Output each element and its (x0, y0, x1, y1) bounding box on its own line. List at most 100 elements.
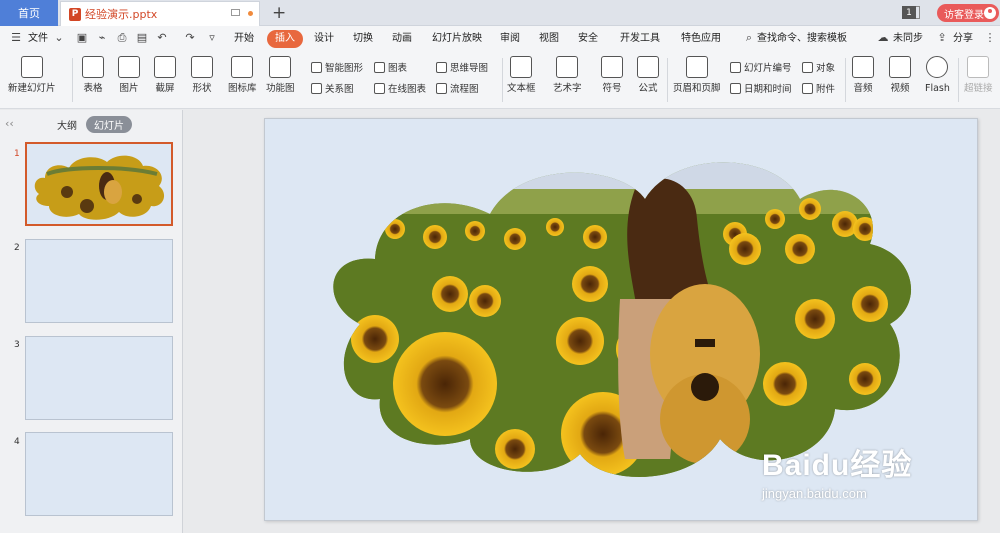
format-painter-icon[interactable]: ⌁ (96, 32, 108, 44)
chart-button[interactable]: 图表 (374, 60, 407, 74)
mindmap-button[interactable]: 思维导图 (436, 60, 488, 74)
menu-animation[interactable]: 动画 (392, 30, 412, 48)
redo-icon[interactable]: ↷ (184, 32, 196, 44)
speaker-icon (852, 56, 874, 78)
watermark-brand: Baidu经验 (762, 449, 913, 482)
menu-security[interactable]: 安全 (578, 30, 598, 48)
baidu-watermark: Baidu经验 jingyan.baidu.com (762, 440, 913, 501)
icon-library-button[interactable]: 图标库 (228, 56, 257, 95)
textbox-button[interactable]: 文本框 (507, 56, 536, 95)
slide-number-button[interactable]: 幻灯片编号 (730, 60, 792, 74)
menu-start[interactable]: 开始 (234, 30, 254, 48)
slide-thumbnail-1[interactable] (25, 142, 173, 226)
wordart-button[interactable]: 艺术字 (553, 56, 582, 95)
search-icon[interactable]: ⌕ (743, 32, 755, 44)
watermark-url: jingyan.baidu.com (762, 486, 867, 501)
slide-thumbnail-2[interactable] (25, 239, 173, 323)
video-button[interactable]: 视频 (889, 56, 911, 95)
slide-number-2: 2 (14, 243, 20, 253)
hyperlink-button[interactable]: 超链接 (964, 56, 993, 95)
window-count-frame (916, 6, 920, 19)
menu-transition[interactable]: 切换 (353, 30, 373, 48)
header-footer-button[interactable]: 页眉和页脚 (673, 56, 721, 95)
menu-design[interactable]: 设计 (314, 30, 334, 48)
new-tab-button[interactable]: + (272, 3, 286, 23)
screenshot-label: 截屏 (155, 83, 175, 94)
textbox-label: 文本框 (507, 83, 536, 94)
pptx-file-icon: P (69, 7, 81, 21)
table-button[interactable]: 表格 (82, 56, 104, 95)
menu-special-apps[interactable]: 特色应用 (681, 30, 721, 48)
menu-view[interactable]: 视图 (539, 30, 559, 48)
audio-button[interactable]: 音频 (852, 56, 874, 95)
customize-icon[interactable]: ▿ (206, 32, 218, 44)
guest-login-button[interactable]: 访客登录 (937, 4, 999, 22)
function-chart-label: 功能图 (266, 83, 295, 94)
datetime-button[interactable]: 日期和时间 (730, 81, 792, 95)
sync-status[interactable]: 未同步 (893, 30, 923, 48)
datetime-label: 日期和时间 (744, 84, 792, 95)
object-label: 对象 (816, 63, 836, 74)
print-icon[interactable]: ⎙ (116, 32, 128, 44)
omega-icon (601, 56, 623, 78)
home-tab[interactable]: 首页 (0, 0, 58, 26)
relation-chart-button[interactable]: 关系图 (311, 81, 354, 95)
menu-insert[interactable]: 插入 (267, 30, 303, 48)
share-button[interactable]: 分享 (953, 30, 973, 48)
document-tab-label: 经验演示.pptx (85, 8, 158, 21)
mindmap-icon (436, 61, 447, 73)
screenshot-icon (154, 56, 176, 78)
menu-developer[interactable]: 开发工具 (620, 30, 660, 48)
document-tab[interactable]: P 经验演示.pptx (60, 1, 260, 26)
window-count-badge[interactable]: 1 (902, 6, 916, 19)
shape-button[interactable]: 形状 (191, 56, 213, 95)
flowchart-label: 流程图 (450, 84, 479, 95)
online-chart-icon (374, 82, 385, 94)
flash-label: Flash (925, 83, 950, 94)
slide-thumbnail-4[interactable] (25, 432, 173, 516)
new-slide-button[interactable]: 新建幻灯片 (8, 56, 56, 95)
menu-slideshow[interactable]: 幻灯片放映 (432, 30, 482, 48)
flowchart-button[interactable]: 流程图 (436, 81, 479, 95)
object-icon (802, 61, 813, 73)
symbol-label: 符号 (602, 83, 622, 94)
flash-button[interactable]: Flash (925, 56, 950, 95)
print-preview-icon[interactable]: ▤ (136, 32, 148, 44)
undo-icon[interactable]: ↶ (156, 32, 168, 44)
collapse-panel-icon[interactable]: ‹‹ (5, 117, 14, 130)
slide-number-4: 4 (14, 437, 20, 447)
save-icon[interactable]: ▣ (76, 32, 88, 44)
formula-button[interactable]: 公式 (637, 56, 659, 95)
menu-review[interactable]: 审阅 (500, 30, 520, 48)
smart-art-button[interactable]: 智能图形 (311, 60, 363, 74)
picture-button[interactable]: 图片 (118, 56, 140, 95)
calendar-icon (730, 82, 741, 94)
smart-art-label: 智能图形 (325, 63, 364, 74)
hamburger-icon[interactable]: ☰ (10, 32, 22, 44)
share-icon[interactable]: ⇪ (936, 32, 948, 44)
new-slide-label: 新建幻灯片 (8, 83, 56, 94)
function-chart-button[interactable]: 功能图 (266, 56, 295, 95)
monitor-icon[interactable] (231, 9, 240, 16)
online-chart-button[interactable]: 在线图表 (374, 81, 426, 95)
object-button[interactable]: 对象 (802, 60, 835, 74)
wordart-label: 艺术字 (553, 83, 582, 94)
more-icon[interactable]: ⋮ (984, 32, 996, 44)
slide-number-3: 3 (14, 340, 20, 350)
icon-library-label: 图标库 (228, 83, 257, 94)
tab-slides[interactable]: 幻灯片 (86, 116, 132, 133)
screenshot-button[interactable]: 截屏 (154, 56, 176, 95)
cloud-icon[interactable]: ☁ (877, 32, 889, 44)
attachment-button[interactable]: 附件 (802, 81, 835, 95)
command-search[interactable]: 查找命令、搜索模板 (757, 30, 847, 48)
cloud-picture-thumbnail (34, 155, 165, 220)
audio-label: 音频 (853, 83, 873, 94)
chart-icon (374, 61, 385, 73)
chevron-down-icon[interactable]: ⌄ (53, 32, 65, 44)
symbol-button[interactable]: 符号 (601, 56, 623, 95)
flash-icon (926, 56, 949, 78)
menu-file[interactable]: 文件 (28, 30, 48, 48)
mindmap-label: 思维导图 (450, 63, 489, 74)
slide-thumbnail-3[interactable] (25, 336, 173, 420)
tab-outline[interactable]: 大纲 (49, 116, 85, 133)
